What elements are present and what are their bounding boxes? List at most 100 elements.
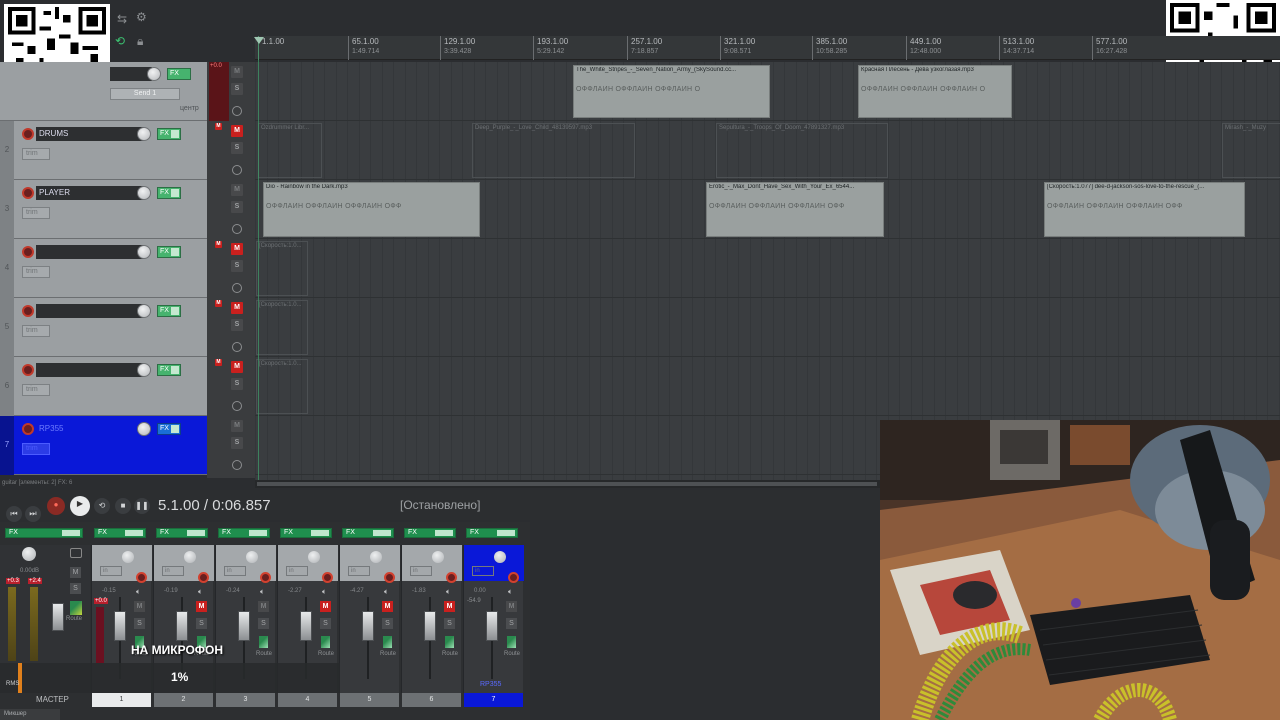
track-header[interactable]: 4 FX trim [0,239,207,298]
volume-fader[interactable] [176,611,188,641]
play-icon[interactable]: ▶ [70,496,90,516]
solo-button[interactable]: S [231,378,243,390]
fx-button[interactable]: FX [157,305,181,317]
width-knob[interactable] [383,636,392,648]
width-knob[interactable] [507,636,516,648]
mute-button[interactable]: M [231,184,243,196]
volume-knob[interactable] [137,245,151,259]
input-button[interactable]: in [162,566,184,576]
speaker-icon[interactable]: 🔈︎ [384,587,389,597]
solo-button[interactable]: S [231,83,243,95]
fx-button[interactable]: FX [167,68,191,80]
loop-icon[interactable]: ⟲ [94,498,110,514]
mute-button[interactable]: M [506,601,517,612]
speaker-icon[interactable]: 🔈︎ [198,587,203,597]
pan-knob[interactable] [246,551,258,563]
route-button[interactable]: Route [318,651,334,657]
speaker-icon[interactable]: 🔈︎ [260,587,265,597]
master-pan-knob[interactable] [22,547,36,561]
fx-button[interactable]: FX [157,423,181,435]
volume-knob[interactable] [137,422,151,436]
send-label[interactable]: Send 1 [110,88,180,100]
loop-icon[interactable]: ⇆ [117,12,127,26]
fx-chain-button[interactable]: FX [280,528,332,538]
solo-button[interactable]: S [231,142,243,154]
solo-button[interactable]: S [231,319,243,331]
volume-fader[interactable] [238,611,250,641]
mixer-tab[interactable]: Микшер [0,709,60,720]
fx-button[interactable]: FX [157,364,181,376]
pan-knob[interactable] [308,551,320,563]
record-arm-icon[interactable] [198,572,209,583]
mute-button[interactable]: M [258,601,269,612]
volume-knob[interactable] [147,67,161,81]
width-knob[interactable] [259,636,268,648]
media-item-offline[interactable]: [Скорость:1.0... [256,359,308,414]
solo-button[interactable]: S [382,618,393,629]
master-fader[interactable] [52,603,64,631]
record-arm-icon[interactable] [22,246,34,258]
trim-button[interactable]: trim [22,325,50,337]
solo-button[interactable]: S [231,437,243,449]
trim-button[interactable]: trim [22,384,50,396]
phase-icon[interactable] [232,342,242,352]
mute-button[interactable]: M [231,66,243,78]
fx-chain-button[interactable]: FX [94,528,146,538]
track-name[interactable]: PLAYER [36,186,144,200]
media-item[interactable]: Dio - Rainbow in the Dark.mp3 ОФФЛАЙН ОФФ… [263,182,480,237]
record-arm-icon[interactable] [508,572,519,583]
route-button[interactable]: Route [380,651,396,657]
mute-button[interactable]: M [231,302,243,314]
fx-chain-button[interactable]: FX [5,528,83,538]
lock-icon[interactable]: ⚙ [136,10,147,24]
speaker-icon[interactable]: 🔈︎ [446,587,451,597]
width-knob[interactable] [321,636,330,648]
master-options-icon[interactable] [70,548,82,558]
route-button[interactable]: Route [504,651,520,657]
track-header[interactable]: 5 FX trim [0,298,207,357]
master-route-label[interactable]: Route [66,616,82,622]
track-name[interactable] [36,363,144,377]
strip-number[interactable]: 6 [401,693,461,707]
fx-chain-button[interactable]: FX [218,528,270,538]
solo-button[interactable]: S [444,618,455,629]
volume-knob[interactable] [137,363,151,377]
pause-icon[interactable]: ❚❚ [134,498,150,514]
mute-button[interactable]: M [320,601,331,612]
media-item-offline[interactable]: [Скорость:1.0... [256,300,308,355]
solo-button[interactable]: S [134,618,145,629]
trim-button[interactable]: trim [22,443,50,455]
track-header[interactable]: 7 RP355 FX trim [0,416,207,475]
phase-icon[interactable] [232,106,242,116]
mute-button[interactable]: M [231,420,243,432]
record-arm-icon[interactable] [136,572,147,583]
lock-icon[interactable]: 🔒︎ [137,34,143,49]
mute-button[interactable]: M [196,601,207,612]
phase-icon[interactable] [232,283,242,293]
horizontal-scrollbar[interactable] [255,480,880,488]
track-header[interactable]: 3 PLAYER FX trim [0,180,207,239]
media-item-offline[interactable]: Mirash_-_Muzy [1222,123,1280,178]
input-button[interactable]: in [100,566,122,576]
strip-number[interactable]: 5 [339,693,399,707]
master-solo-button[interactable]: S [70,583,81,594]
fx-chain-button[interactable]: FX [156,528,208,538]
media-item[interactable]: The_White_Stripes_-_Seven_Nation_Army_(S… [573,65,770,118]
phase-icon[interactable] [232,224,242,234]
volume-fader[interactable] [362,611,374,641]
media-item[interactable]: Erotic_-_Max_Dont_Have_Sex_With_Your_Ex_… [706,182,884,237]
mute-button[interactable]: M [382,601,393,612]
record-arm-icon[interactable] [22,305,34,317]
strip-number[interactable]: 4 [277,693,337,707]
master-mute-button[interactable]: M [70,567,81,578]
solo-button[interactable]: S [258,618,269,629]
arrange-view[interactable]: The_White_Stripes_-_Seven_Nation_Army_(S… [255,62,1280,482]
playhead-marker[interactable] [254,37,264,44]
volume-fader[interactable] [114,611,126,641]
phase-icon[interactable] [232,165,242,175]
record-arm-icon[interactable]: ● [47,497,65,515]
input-button[interactable]: in [348,566,370,576]
media-item-offline[interactable]: Ozdrummer Libr... [258,123,322,178]
solo-button[interactable]: S [320,618,331,629]
mute-button[interactable]: M [444,601,455,612]
